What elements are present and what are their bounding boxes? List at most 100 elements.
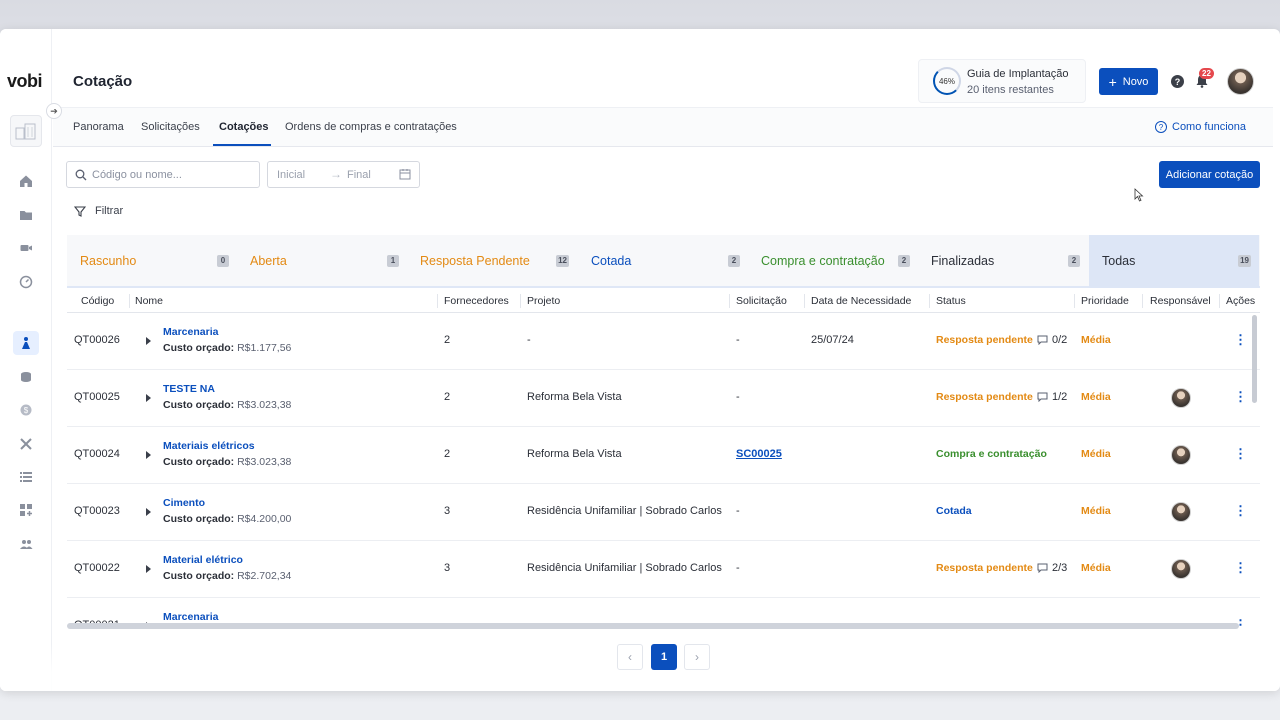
table-row[interactable]: QT00022 Material elétrico Custo orçado: R$…	[67, 541, 1260, 598]
add-quotation-button[interactable]: Adicionar cotação	[1159, 161, 1260, 188]
responsible-avatar[interactable]	[1171, 559, 1191, 579]
pagination-page-1[interactable]: 1	[651, 644, 677, 670]
date-start[interactable]: Inicial	[277, 169, 305, 181]
gauge-icon[interactable]	[13, 270, 39, 294]
quotation-name-link[interactable]: Cimento	[163, 497, 205, 509]
col-header-acoes[interactable]: Ações	[1226, 295, 1255, 307]
col-header-status[interactable]: Status	[936, 295, 966, 307]
implementation-guide[interactable]: 46% Guia de Implantação 20 itens restant…	[918, 59, 1086, 103]
table-row[interactable]: QT00026 Marcenaria Custo orçado: R$1.177,5…	[67, 313, 1260, 370]
comment-icon	[1037, 335, 1048, 345]
status-tab-0[interactable]: Rascunho 0	[67, 235, 237, 288]
company-logo[interactable]	[10, 115, 42, 147]
vertical-scrollbar[interactable]	[1252, 315, 1257, 403]
filter-button[interactable]: Filtrar	[74, 205, 123, 217]
table-row[interactable]: QT00023 Cimento Custo orçado: R$4.200,00 3 R…	[67, 484, 1260, 541]
video-icon[interactable]	[13, 236, 39, 260]
date-range-picker[interactable]: Inicial → Final	[267, 161, 420, 188]
app-logo[interactable]: vobi	[7, 71, 43, 92]
pagination-next-button[interactable]: ›	[684, 644, 710, 670]
priority-label: Média	[1081, 505, 1111, 517]
new-button[interactable]: + Novo	[1099, 68, 1158, 95]
responsible-avatar[interactable]	[1171, 502, 1191, 522]
table-row[interactable]: QT00021Marcenaria⋮	[67, 598, 1260, 626]
replies-indicator: 2/3	[1037, 562, 1067, 574]
column-divider	[729, 294, 730, 308]
home-icon[interactable]	[13, 169, 39, 193]
table-row[interactable]: QT00025 TESTE NA Custo orçado: R$3.023,38 2…	[67, 370, 1260, 427]
more-actions-icon[interactable]: ⋮	[1234, 447, 1247, 461]
quotation-name-link[interactable]: TESTE NA	[163, 383, 215, 395]
budget-label: Custo orçado:	[163, 456, 235, 468]
more-actions-icon[interactable]: ⋮	[1234, 561, 1247, 575]
help-icon[interactable]: ?	[1171, 75, 1184, 88]
status-label: Resposta pendente	[936, 334, 1033, 346]
col-header-nome[interactable]: Nome	[135, 295, 163, 307]
more-actions-icon[interactable]: ⋮	[1234, 390, 1247, 404]
budget-text: Custo orçado: R$4.200,00	[163, 513, 291, 525]
col-header-data-necessidade[interactable]: Data de Necessidade	[811, 295, 911, 307]
expand-caret-icon[interactable]	[146, 508, 151, 516]
status-tab-6[interactable]: Todas 19	[1089, 235, 1259, 288]
expand-caret-icon[interactable]	[146, 394, 151, 402]
apps-add-icon[interactable]	[13, 498, 39, 522]
coins-icon[interactable]	[13, 365, 39, 389]
users-icon[interactable]	[13, 532, 39, 556]
sidebar-toggle-button[interactable]: ➔	[46, 103, 62, 119]
col-header-projeto[interactable]: Projeto	[527, 295, 560, 307]
expand-caret-icon[interactable]	[146, 451, 151, 459]
how-it-works-link[interactable]: ? Como funciona	[1155, 121, 1246, 133]
quotation-code: QT00023	[74, 505, 120, 517]
status-tab-5[interactable]: Finalizadas 2	[918, 235, 1088, 288]
more-actions-icon[interactable]: ⋮	[1234, 333, 1247, 347]
col-header-responsavel[interactable]: Responsável	[1150, 295, 1211, 307]
responsible-avatar[interactable]	[1171, 388, 1191, 408]
status-tab-count: 1	[387, 255, 399, 267]
status-tab-4[interactable]: Compra e contratação 2	[748, 235, 918, 288]
project-name: Residência Unifamiliar | Sobrado Carlos	[527, 505, 722, 517]
quotation-name-link[interactable]: Material elétrico	[163, 554, 243, 566]
horizontal-scrollbar[interactable]	[67, 623, 1239, 629]
budget-label: Custo orçado:	[163, 570, 235, 582]
request-value: -	[736, 334, 740, 346]
status-tab-2[interactable]: Resposta Pendente 12	[407, 235, 577, 288]
status-tab-1[interactable]: Aberta 1	[237, 235, 407, 288]
table-row[interactable]: QT00024 Materiais elétricos Custo orçado: …	[67, 427, 1260, 484]
worker-icon[interactable]	[13, 331, 39, 355]
search-input[interactable]: Código ou nome...	[66, 161, 260, 188]
date-end[interactable]: Final	[347, 169, 371, 181]
responsible-avatar[interactable]	[1171, 445, 1191, 465]
budget-label: Custo orçado:	[163, 513, 235, 525]
expand-caret-icon[interactable]	[146, 565, 151, 573]
status-tab-3[interactable]: Cotada 2	[578, 235, 748, 288]
replies-indicator: 1/2	[1037, 391, 1067, 403]
quotation-name-link[interactable]: Materiais elétricos	[163, 440, 255, 452]
request-value: -	[736, 562, 740, 574]
request-value: -	[736, 391, 740, 403]
pagination-prev-button[interactable]: ‹	[617, 644, 643, 670]
suppliers-count: 2	[444, 334, 451, 346]
folder-icon[interactable]	[13, 203, 39, 227]
request-link[interactable]: SC00025	[736, 448, 782, 460]
more-actions-icon[interactable]: ⋮	[1234, 504, 1247, 518]
col-header-fornecedores[interactable]: Fornecedores	[444, 295, 509, 307]
col-header-codigo[interactable]: Código	[81, 295, 114, 307]
tab-panorama[interactable]: Panorama	[73, 121, 124, 133]
quotation-code: QT00026	[74, 334, 120, 346]
tab-ordens-de-compras[interactable]: Ordens de compras e contratações	[285, 121, 457, 133]
col-header-prioridade[interactable]: Prioridade	[1081, 295, 1129, 307]
quotation-name-link[interactable]: Marcenaria	[163, 611, 218, 623]
tab-solicitacoes[interactable]: Solicitações	[141, 121, 200, 133]
status-tab-count: 19	[1238, 255, 1251, 267]
user-avatar[interactable]	[1227, 68, 1254, 95]
tab-cotacoes[interactable]: Cotações	[219, 121, 269, 133]
list-icon[interactable]	[13, 465, 39, 489]
expand-caret-icon[interactable]	[146, 337, 151, 345]
dollar-icon[interactable]: $	[13, 398, 39, 422]
replies-count: 0/2	[1052, 334, 1068, 346]
quotation-name-link[interactable]: Marcenaria	[163, 326, 218, 338]
request-value: -	[736, 505, 740, 517]
status-tab-label: Compra e contratação	[761, 254, 885, 268]
tools-icon[interactable]	[13, 432, 39, 456]
col-header-solicitacao[interactable]: Solicitação	[736, 295, 787, 307]
